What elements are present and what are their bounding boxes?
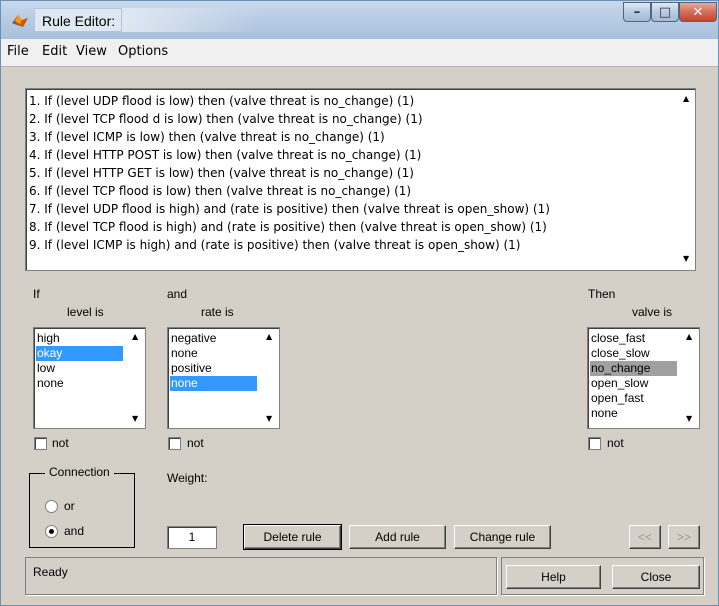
next-button[interactable]: >> — [668, 525, 700, 549]
rule-item[interactable]: 3. If (level ICMP is low) then (valve th… — [29, 130, 385, 144]
minimize-icon[interactable]: – — [623, 2, 651, 22]
delete-rule-button[interactable]: Delete rule — [243, 524, 342, 550]
status-bar: Ready — [25, 557, 497, 595]
rule-item[interactable]: 5. If (level HTTP GET is low) then (valv… — [29, 166, 414, 180]
scroll-down-icon[interactable]: ▼ — [266, 414, 272, 423]
scroll-up-icon[interactable]: ▲ — [683, 94, 689, 103]
and-subheader: rate is — [201, 305, 234, 319]
list-item[interactable]: close_fast — [590, 331, 677, 346]
close-window-icon[interactable]: ✕ — [679, 2, 717, 22]
prev-button[interactable]: << — [629, 525, 661, 549]
list-item[interactable]: none — [170, 346, 257, 361]
weight-input[interactable]: 1 — [167, 526, 217, 549]
rules-list[interactable]: 1. If (level UDP flood is low) then (val… — [25, 88, 696, 271]
menu-file[interactable]: File — [7, 44, 29, 59]
menu-options[interactable]: Options — [118, 44, 168, 59]
list-item-selected[interactable]: okay — [36, 346, 123, 361]
matlab-logo-icon — [12, 15, 28, 27]
menu-bar: File Edit View Options — [1, 39, 718, 67]
list-item[interactable]: high — [36, 331, 123, 346]
rule-item[interactable]: 4. If (level HTTP POST is low) then (val… — [29, 148, 421, 162]
and-label: and — [64, 524, 85, 538]
scroll-up-icon[interactable]: ▲ — [132, 332, 138, 341]
title-bar[interactable]: Rule Editor: – □ ✕ — [1, 1, 718, 39]
list-item[interactable]: none — [36, 376, 123, 391]
or-radio[interactable] — [45, 500, 58, 513]
change-rule-button[interactable]: Change rule — [454, 525, 551, 549]
close-button[interactable]: Close — [612, 565, 700, 589]
list-item[interactable]: open_fast — [590, 391, 677, 406]
then-valve-list[interactable]: close_fast close_slow no_change open_slo… — [587, 327, 700, 429]
and-not-checkbox[interactable] — [168, 437, 181, 450]
if-subheader: level is — [67, 305, 104, 319]
scroll-up-icon[interactable]: ▲ — [686, 332, 692, 341]
scroll-down-icon[interactable]: ▼ — [132, 414, 138, 423]
if-level-list[interactable]: high okay low none ▲ ▼ — [33, 327, 146, 429]
rule-item[interactable]: 9. If (level ICMP is high) and (rate is … — [29, 238, 520, 252]
and-rate-list[interactable]: negative none positive none ▲ ▼ — [167, 327, 280, 429]
list-item[interactable]: positive — [170, 361, 257, 376]
rule-item[interactable]: 7. If (level UDP flood is high) and (rat… — [29, 202, 550, 216]
then-not-checkbox[interactable] — [588, 437, 601, 450]
rule-item[interactable]: 6. If (level TCP flood is low) then (val… — [29, 184, 411, 198]
scroll-up-icon[interactable]: ▲ — [266, 332, 272, 341]
if-not-label: not — [52, 436, 69, 450]
then-header: Then — [588, 287, 616, 301]
radio-selected-dot — [49, 529, 54, 534]
scroll-down-icon[interactable]: ▼ — [686, 414, 692, 423]
rule-editor-window: Rule Editor: – □ ✕ File Edit View Option… — [0, 0, 719, 606]
list-item[interactable]: low — [36, 361, 123, 376]
scroll-down-icon[interactable]: ▼ — [683, 254, 689, 263]
rule-item[interactable]: 2. If (level TCP flood d is low) then (v… — [29, 112, 423, 126]
list-item[interactable]: open_slow — [590, 376, 677, 391]
maximize-icon[interactable]: □ — [651, 2, 679, 22]
window-title: Rule Editor: — [34, 8, 122, 32]
help-button[interactable]: Help — [506, 565, 601, 589]
rule-item[interactable]: 1. If (level UDP flood is low) then (val… — [29, 94, 414, 108]
rule-item[interactable]: 8. If (level TCP flood is high) and (rat… — [29, 220, 547, 234]
weight-label: Weight: — [167, 471, 208, 485]
list-item[interactable]: close_slow — [590, 346, 677, 361]
list-item-selected[interactable]: none — [170, 376, 257, 391]
then-subheader: valve is — [632, 305, 673, 319]
menu-edit[interactable]: Edit — [42, 44, 67, 59]
list-item[interactable]: none — [590, 406, 677, 421]
if-not-checkbox[interactable] — [34, 437, 47, 450]
and-not-label: not — [187, 436, 204, 450]
then-not-label: not — [607, 436, 624, 450]
or-label: or — [64, 499, 75, 513]
title-fade — [122, 8, 262, 32]
connection-label: Connection — [45, 465, 114, 479]
menu-view[interactable]: View — [76, 44, 107, 59]
list-item[interactable]: negative — [170, 331, 257, 346]
list-item-selected[interactable]: no_change — [590, 361, 677, 376]
and-header: and — [167, 287, 188, 301]
if-header: If — [33, 287, 40, 301]
add-rule-button[interactable]: Add rule — [349, 525, 446, 549]
and-radio[interactable] — [45, 525, 58, 538]
